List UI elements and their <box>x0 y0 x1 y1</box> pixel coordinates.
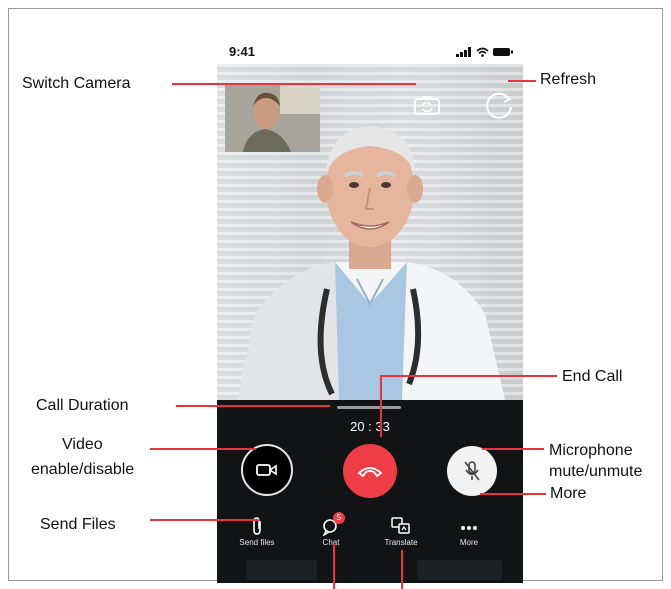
remote-video-feed <box>217 64 523 400</box>
annotation-line-chat <box>333 544 335 589</box>
annotation-line-switch-camera <box>172 83 416 85</box>
chat-label: Chat <box>322 538 340 547</box>
video-camera-icon <box>256 464 277 476</box>
video-toggle-button[interactable] <box>241 444 293 496</box>
more-dots-icon <box>461 526 477 530</box>
more-label: More <box>459 538 479 547</box>
microphone-toggle-button[interactable] <box>447 446 497 496</box>
phone-screen: 9:41 20: 33 Send files 5 Chat Translate… <box>217 40 523 583</box>
annotation-send-files: Send Files <box>40 516 116 533</box>
end-call-icon <box>357 467 383 478</box>
translate-button[interactable]: Translate <box>371 516 431 547</box>
annotation-line-end-call-vertical <box>380 375 382 437</box>
annotation-line-refresh <box>508 80 536 82</box>
end-call-button[interactable] <box>343 444 397 498</box>
more-button[interactable]: More <box>439 516 499 547</box>
call-control-panel: 20 : 33 Send files 5 Chat Translate More <box>217 400 523 583</box>
annotation-more: More <box>550 485 587 502</box>
annotation-video-line1: Video <box>62 436 103 453</box>
annotation-line-end-call <box>381 375 557 377</box>
switch-camera-button[interactable] <box>413 94 441 121</box>
annotation-line-send-files <box>150 519 260 521</box>
refresh-icon <box>486 92 512 119</box>
annotation-refresh: Refresh <box>540 71 597 88</box>
annotation-switch-camera: Switch Camera <box>22 75 131 92</box>
annotation-line-more <box>480 493 546 495</box>
chat-unread-badge: 5 <box>333 512 345 524</box>
switch-camera-icon <box>414 96 440 115</box>
annotation-call-duration: Call Duration <box>36 397 129 414</box>
translate-icon <box>391 517 410 534</box>
refresh-button[interactable] <box>483 90 515 127</box>
annotation-line-video <box>150 448 256 450</box>
chat-button[interactable]: 5 Chat <box>301 512 361 547</box>
signal-icon <box>456 47 471 57</box>
wifi-icon <box>476 47 489 57</box>
call-duration: 20 : 33 <box>350 419 390 434</box>
background-bar-left <box>247 560 317 580</box>
annotation-video-line2: enable/disable <box>31 461 135 478</box>
annotation-line-translate <box>401 550 403 589</box>
background-bar-right <box>417 560 502 580</box>
status-time: 9:41 <box>229 44 256 59</box>
annotation-line-call-duration <box>176 405 330 407</box>
annotation-mic-line1: Microphone <box>549 442 633 459</box>
microphone-muted-icon <box>464 461 480 481</box>
drag-handle[interactable] <box>337 406 401 409</box>
annotation-end-call: End Call <box>562 368 623 385</box>
translate-label: Translate <box>384 538 418 547</box>
annotation-mic-line2: mute/unmute <box>549 463 643 480</box>
annotation-line-mic <box>482 448 544 450</box>
self-view-video <box>225 84 320 152</box>
self-view-image <box>225 84 320 152</box>
status-bar: 9:41 <box>217 40 523 64</box>
send-files-label: Send files <box>239 538 275 547</box>
battery-icon <box>493 48 513 56</box>
